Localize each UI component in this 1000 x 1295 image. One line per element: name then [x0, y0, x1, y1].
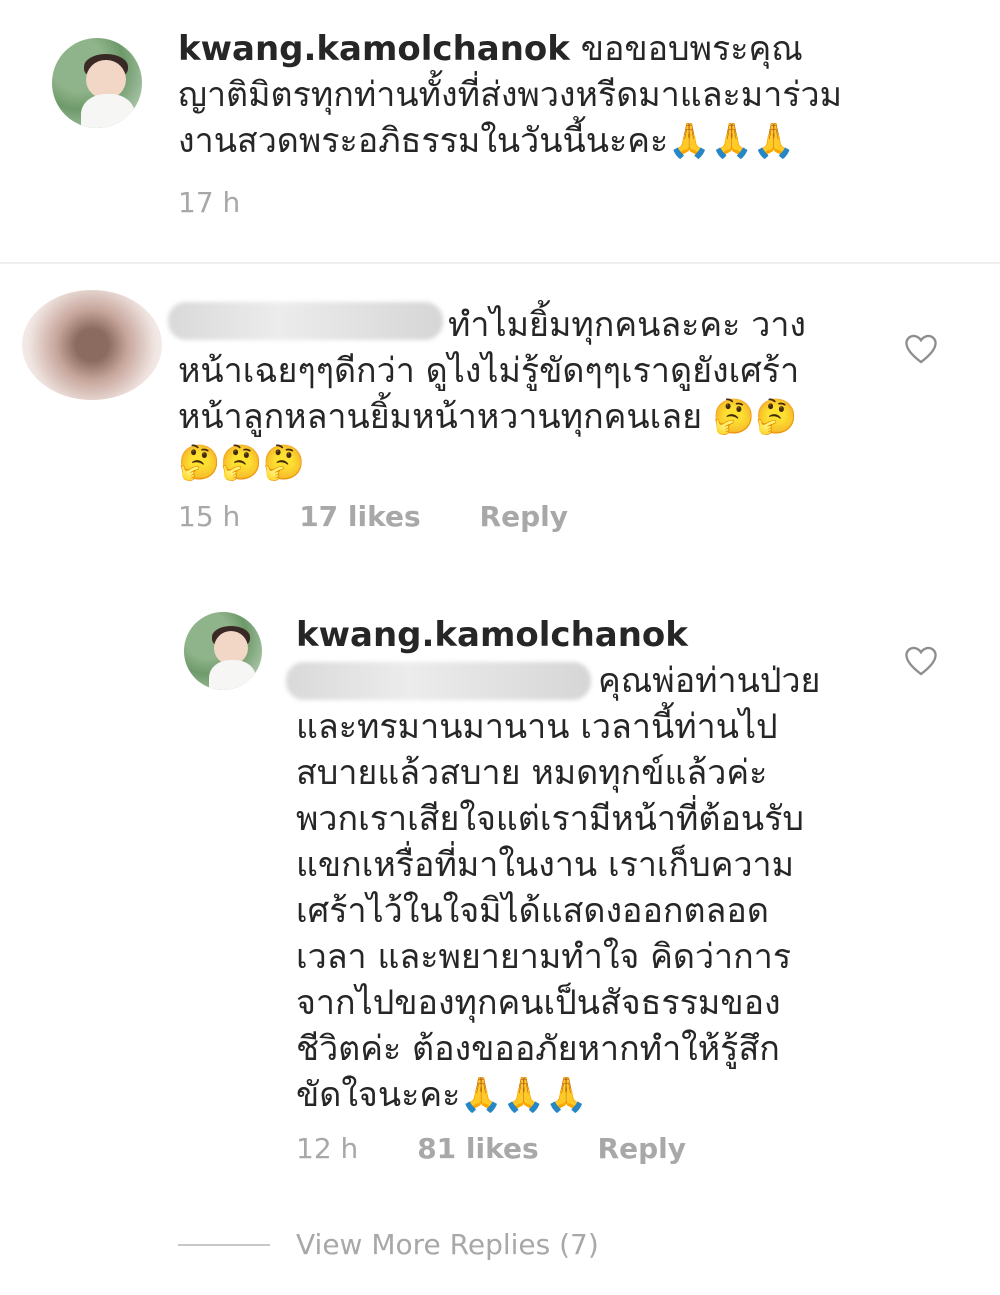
thinking-emoji-icon: 🤔🤔 [712, 397, 798, 437]
comment-meta: 15 h 17 likes Reply [178, 500, 878, 533]
thinking-emoji-icon: 🤔🤔🤔 [178, 443, 306, 483]
comment-text: kwang.kamolchanok ขอขอบพระคุณ ญาติมิตรทุ… [178, 26, 968, 164]
view-more-line [178, 1244, 270, 1246]
likes-count[interactable]: 81 likes [417, 1132, 538, 1165]
comment-text: ทำไมยิ้มทุกคนละคะ วาง หน้าเฉยๆๆดีกว่า ดู… [178, 302, 878, 486]
comment-time: 15 h [178, 500, 241, 533]
reply-button[interactable]: Reply [480, 500, 568, 533]
likes-count[interactable]: 17 likes [299, 500, 420, 533]
pray-emoji-icon: 🙏🙏🙏 [460, 1075, 588, 1115]
view-more-replies[interactable]: View More Replies (7) [296, 1228, 599, 1261]
reply-time: 12 h [296, 1132, 359, 1165]
heart-icon[interactable] [903, 333, 939, 365]
comment-time: 17 h [178, 186, 241, 219]
username[interactable]: kwang.kamolchanok [296, 612, 688, 658]
reply-meta: 12 h 81 likes Reply [296, 1132, 896, 1165]
avatar[interactable] [52, 38, 142, 128]
avatar[interactable] [22, 290, 162, 400]
divider [0, 262, 1000, 264]
pray-emoji-icon: 🙏🙏🙏 [668, 121, 796, 161]
username[interactable]: kwang.kamolchanok [178, 29, 570, 69]
heart-icon[interactable] [903, 645, 939, 677]
avatar[interactable] [184, 612, 262, 690]
reply-text: คุณพ่อท่านป่วย และทรมานมานาน เวลานี้ท่าน… [296, 658, 896, 1118]
reply-button[interactable]: Reply [598, 1132, 686, 1165]
